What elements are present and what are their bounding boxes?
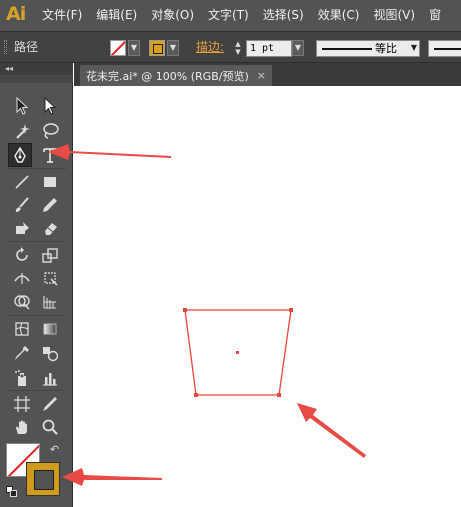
artboard-tool[interactable]: [10, 392, 34, 416]
close-icon[interactable]: ×: [257, 69, 266, 82]
scale-icon: [42, 248, 58, 263]
zoom-tool[interactable]: [38, 415, 62, 439]
rotate-tool[interactable]: [10, 243, 34, 267]
symbol-sprayer-tool[interactable]: [10, 366, 34, 390]
rectangle-icon: [44, 177, 56, 187]
swap-fill-stroke-icon[interactable]: ↶: [50, 443, 59, 456]
width-tool[interactable]: [10, 266, 34, 290]
artboard-canvas[interactable]: [74, 86, 461, 507]
rotate-icon: [16, 247, 28, 261]
panel-collapse-icon[interactable]: ◂◂: [0, 63, 73, 75]
tool-separator: [8, 241, 66, 242]
chevron-down-icon: ▼: [410, 43, 417, 52]
lasso-tool[interactable]: [38, 119, 62, 143]
slice-knife-icon: [43, 397, 57, 411]
free-transform-tool[interactable]: [38, 266, 62, 290]
gradient-tool[interactable]: [38, 317, 62, 341]
paintbrush-icon: [15, 197, 29, 212]
pen-tool[interactable]: [8, 143, 32, 167]
document-tab[interactable]: 花未完.ai* @ 100% (RGB/预览) ×: [80, 65, 272, 86]
menu-type[interactable]: 文字(T): [204, 0, 253, 31]
profile-label: 等比: [375, 42, 397, 55]
document-tab-label: 花未完.ai* @ 100% (RGB/预览): [86, 69, 249, 83]
fill-swatch[interactable]: [110, 40, 126, 56]
variable-width-profile-select[interactable]: 等比 ▼: [316, 40, 420, 57]
eraser-tool[interactable]: [38, 216, 62, 240]
shape-builder-icon: [14, 295, 30, 310]
panel-drag-strip[interactable]: [0, 75, 73, 83]
eyedropper-icon: [15, 346, 29, 360]
magic-wand-tool[interactable]: [10, 119, 34, 143]
menu-object[interactable]: 对象(O): [147, 0, 198, 31]
menu-window[interactable]: 窗: [425, 0, 445, 31]
document-tab-bar: 花未完.ai* @ 100% (RGB/预览) ×: [74, 63, 461, 86]
menu-file[interactable]: 文件(F): [38, 0, 86, 31]
shaper-tool[interactable]: [10, 216, 34, 240]
stroke-label[interactable]: 描边:: [196, 32, 224, 62]
selection-type-label: 路径: [14, 40, 39, 54]
type-tool[interactable]: [38, 143, 62, 167]
column-graph-tool[interactable]: [38, 366, 62, 390]
shape-builder-tool[interactable]: [10, 290, 34, 314]
line-segment-tool[interactable]: [10, 170, 34, 194]
tool-separator: [8, 168, 66, 169]
blend-tool[interactable]: [38, 341, 62, 365]
mesh-icon: [15, 322, 29, 336]
default-colors-icon[interactable]: [6, 486, 17, 497]
stroke-spinner-icon[interactable]: ▲ ▼: [232, 40, 244, 56]
symbol-sprayer-icon: [15, 370, 26, 386]
artboard-icon: [14, 396, 30, 412]
eyedropper-tool[interactable]: [10, 341, 34, 365]
stroke-weight-dropdown-icon[interactable]: ▼: [292, 40, 304, 56]
fill-dropdown-icon[interactable]: ▼: [128, 40, 140, 56]
selection-tool[interactable]: [10, 94, 34, 118]
rectangle-tool[interactable]: [38, 170, 62, 194]
pen-nib-icon: [14, 146, 26, 163]
lasso-icon: [43, 123, 59, 139]
line-segment-icon: [15, 175, 29, 189]
zoom-magnifier-icon: [42, 419, 58, 435]
direct-selection-arrow-icon: [44, 97, 57, 115]
width-icon: [14, 273, 30, 284]
paintbrush-tool[interactable]: [10, 193, 34, 217]
control-bar: 路径 ▼ ▼ 描边: ▲ ▼ 1 pt ▼ 等比 ▼: [0, 31, 461, 63]
app-logo: Ai: [6, 3, 26, 25]
column-graph-icon: [43, 373, 57, 386]
scale-tool[interactable]: [38, 243, 62, 267]
direct-selection-tool[interactable]: [38, 94, 62, 118]
pencil-icon: [43, 198, 57, 212]
stroke-weight-field[interactable]: 1 pt: [246, 40, 292, 57]
mesh-tool[interactable]: [10, 317, 34, 341]
hand-tool[interactable]: [10, 415, 34, 439]
line-preview: [322, 48, 372, 50]
menu-bar: Ai 文件(F) 编辑(E) 对象(O) 文字(T) 选择(S) 效果(C) 视…: [0, 0, 461, 31]
control-bar-grip[interactable]: [4, 40, 7, 54]
pencil-tool[interactable]: [38, 193, 62, 217]
selection-arrow-icon: [16, 97, 29, 115]
stroke-swatch[interactable]: [149, 40, 165, 56]
menu-view[interactable]: 视图(V): [369, 0, 419, 31]
menu-list: 文件(F) 编辑(E) 对象(O) 文字(T) 选择(S) 效果(C) 视图(V…: [38, 0, 451, 31]
stroke-dropdown-icon[interactable]: ▼: [167, 40, 179, 56]
perspective-grid-tool[interactable]: [38, 290, 62, 314]
brush-preview: [434, 48, 461, 50]
stroke-color-box[interactable]: [26, 462, 60, 496]
free-transform-icon: [44, 272, 58, 286]
hand-icon: [16, 420, 27, 434]
menu-select[interactable]: 选择(S): [259, 0, 308, 31]
perspective-grid-icon: [43, 296, 56, 309]
slice-tool[interactable]: [38, 392, 62, 416]
brush-definition-select[interactable]: [428, 40, 461, 57]
gradient-icon: [43, 323, 57, 335]
tool-separator: [8, 390, 66, 391]
eraser-icon: [45, 223, 57, 235]
shaper-icon: [16, 222, 29, 234]
type-t-icon: [43, 148, 57, 163]
magic-wand-icon: [16, 124, 30, 139]
menu-edit[interactable]: 编辑(E): [92, 0, 141, 31]
blend-icon: [43, 347, 59, 362]
menu-effect[interactable]: 效果(C): [314, 0, 364, 31]
tool-separator: [8, 315, 66, 316]
